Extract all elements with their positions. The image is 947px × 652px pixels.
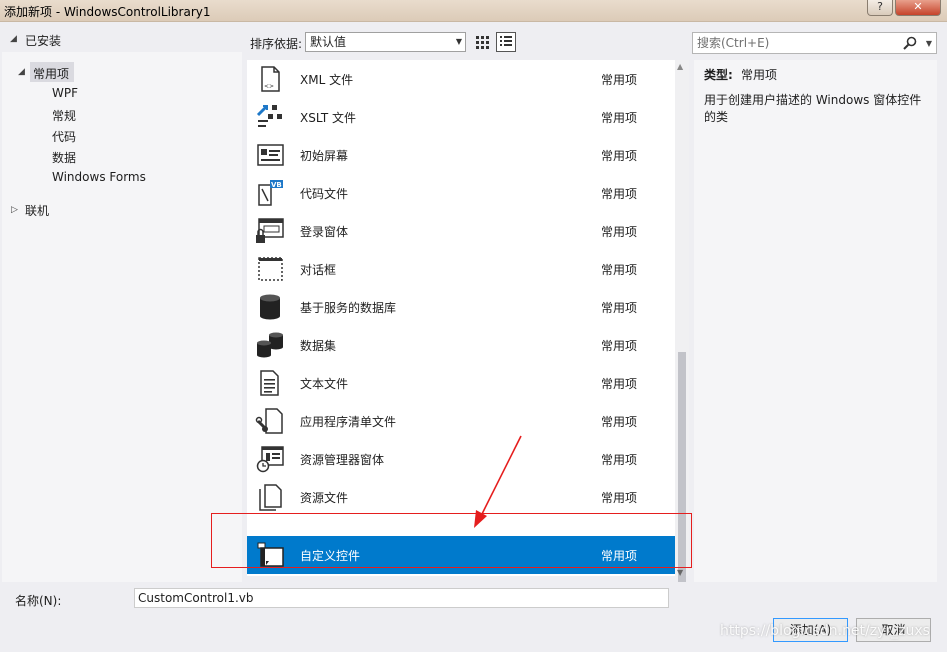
description-text: 用于创建用户描述的 Windows 窗体控件的类 <box>704 93 922 124</box>
tree-item-wpf[interactable]: WPF <box>52 86 78 100</box>
splash-screen-icon <box>257 144 284 166</box>
dialog-client: ◢ 已安装 ◢ 常用项 WPF 常规 代码 数据 Windows Forms ▷… <box>0 22 947 652</box>
name-input[interactable]: CustomControl1.vb <box>134 588 669 608</box>
dialog-icon <box>258 257 283 281</box>
list-item[interactable]: VB 代码文件 常用项 <box>247 174 675 212</box>
close-button[interactable]: ✕ <box>895 0 941 16</box>
item-name: 登录窗体 <box>300 225 349 239</box>
list-item[interactable]: XSLT 文件 常用项 <box>247 98 675 136</box>
help-button[interactable]: ? <box>867 0 893 16</box>
svg-text:<>: <> <box>264 83 274 90</box>
search-icon[interactable] <box>902 35 918 51</box>
title-bar: 添加新项 - WindowsControlLibrary1 ? ✕ <box>0 0 947 22</box>
list-item[interactable]: 对话框 常用项 <box>247 250 675 288</box>
tree-item-common[interactable]: 常用项 <box>33 65 69 82</box>
database-icon <box>260 294 280 320</box>
item-category: 常用项 <box>601 339 638 353</box>
item-name: 初始屏幕 <box>300 149 349 163</box>
tree-item-windows-forms[interactable]: Windows Forms <box>52 170 146 184</box>
item-name: 数据集 <box>300 339 337 353</box>
chevron-down-icon: ▼ <box>455 37 462 46</box>
item-category: 常用项 <box>601 187 638 201</box>
item-name: 基于服务的数据库 <box>300 301 397 315</box>
tree-item-data[interactable]: 数据 <box>52 149 76 166</box>
tree-item-general[interactable]: 常规 <box>52 107 76 124</box>
grid-view-button[interactable] <box>472 32 492 52</box>
item-category: 常用项 <box>601 377 638 391</box>
xml-file-icon: <> <box>261 66 280 92</box>
svg-text:VB: VB <box>271 181 282 189</box>
scroll-down-icon[interactable]: ▼ <box>677 568 683 577</box>
item-name: 文本文件 <box>300 377 349 391</box>
explorer-form-icon <box>256 446 284 473</box>
search-input[interactable]: 搜索(Ctrl+E) ▼ <box>692 32 937 54</box>
sort-label: 排序依据: <box>250 37 303 51</box>
login-form-icon <box>256 218 284 243</box>
item-category: 常用项 <box>601 453 638 467</box>
list-item[interactable]: 文本文件 常用项 <box>247 364 675 402</box>
watermark: https://blog.csdn.net/zyr_zuxs <box>720 623 930 639</box>
code-file-icon: VB <box>258 180 283 206</box>
annotation-arrow-icon <box>474 435 522 528</box>
scroll-up-icon[interactable]: ▲ <box>677 62 683 71</box>
expand-down-icon: ◢ <box>10 34 17 44</box>
tree-item-code[interactable]: 代码 <box>52 128 76 145</box>
item-name: 应用程序清单文件 <box>300 415 397 429</box>
item-category: 常用项 <box>601 301 638 315</box>
item-name: 代码文件 <box>300 187 349 201</box>
name-label: 名称(N): <box>15 594 62 608</box>
item-category: 常用项 <box>601 149 638 163</box>
text-file-icon <box>260 370 279 396</box>
list-item[interactable]: 初始屏幕 常用项 <box>247 136 675 174</box>
expand-right-icon[interactable]: ▷ <box>11 205 18 215</box>
type-label: 类型: <box>704 68 733 82</box>
xslt-file-icon <box>256 104 282 127</box>
list-view-icon <box>500 36 512 46</box>
item-name: XSLT 文件 <box>300 111 357 125</box>
list-item[interactable]: 资源文件 常用项 <box>247 478 675 516</box>
tree-item-online[interactable]: 联机 <box>25 202 49 219</box>
resource-file-icon <box>259 484 282 511</box>
grid-view-icon <box>476 36 489 49</box>
search-options-dropdown[interactable]: ▼ <box>926 34 932 54</box>
item-category: 常用项 <box>601 491 638 505</box>
list-item[interactable]: 应用程序清单文件 常用项 <box>247 402 675 440</box>
sort-value: 默认值 <box>310 35 347 49</box>
list-item[interactable]: 基于服务的数据库 常用项 <box>247 288 675 326</box>
list-view-button[interactable] <box>496 32 516 52</box>
item-name: 资源管理器窗体 <box>300 453 385 467</box>
tree-installed-label: 已安装 <box>25 34 62 48</box>
list-item[interactable]: 资源管理器窗体 常用项 <box>247 440 675 478</box>
sort-dropdown[interactable]: 默认值 ▼ <box>305 32 466 52</box>
item-category: 常用项 <box>601 415 638 429</box>
item-name: 资源文件 <box>300 491 349 505</box>
expand-down-icon: ◢ <box>18 67 25 77</box>
annotation-highlight-box <box>211 513 692 568</box>
item-category: 常用项 <box>601 73 638 87</box>
category-tree: ◢ 常用项 WPF 常规 代码 数据 Windows Forms ▷ 联机 <box>2 52 242 582</box>
type-value: 常用项 <box>741 68 778 82</box>
dataset-icon <box>257 332 283 358</box>
item-category: 常用项 <box>601 225 638 239</box>
list-item[interactable]: 登录窗体 常用项 <box>247 212 675 250</box>
list-item[interactable]: <> XML 文件 常用项 <box>247 60 675 98</box>
description-panel: 类型: 常用项 用于创建用户描述的 Windows 窗体控件的类 <box>694 60 937 582</box>
item-name: 对话框 <box>300 263 337 277</box>
window-title: 添加新项 - WindowsControlLibrary1 <box>4 5 211 19</box>
item-category: 常用项 <box>601 111 638 125</box>
search-placeholder: 搜索(Ctrl+E) <box>697 36 770 50</box>
tree-installed-header[interactable]: ◢ 已安装 <box>0 30 243 52</box>
manifest-file-icon <box>255 408 283 434</box>
item-name: XML 文件 <box>300 73 354 87</box>
item-category: 常用项 <box>601 263 638 277</box>
list-item[interactable]: 数据集 常用项 <box>247 326 675 364</box>
